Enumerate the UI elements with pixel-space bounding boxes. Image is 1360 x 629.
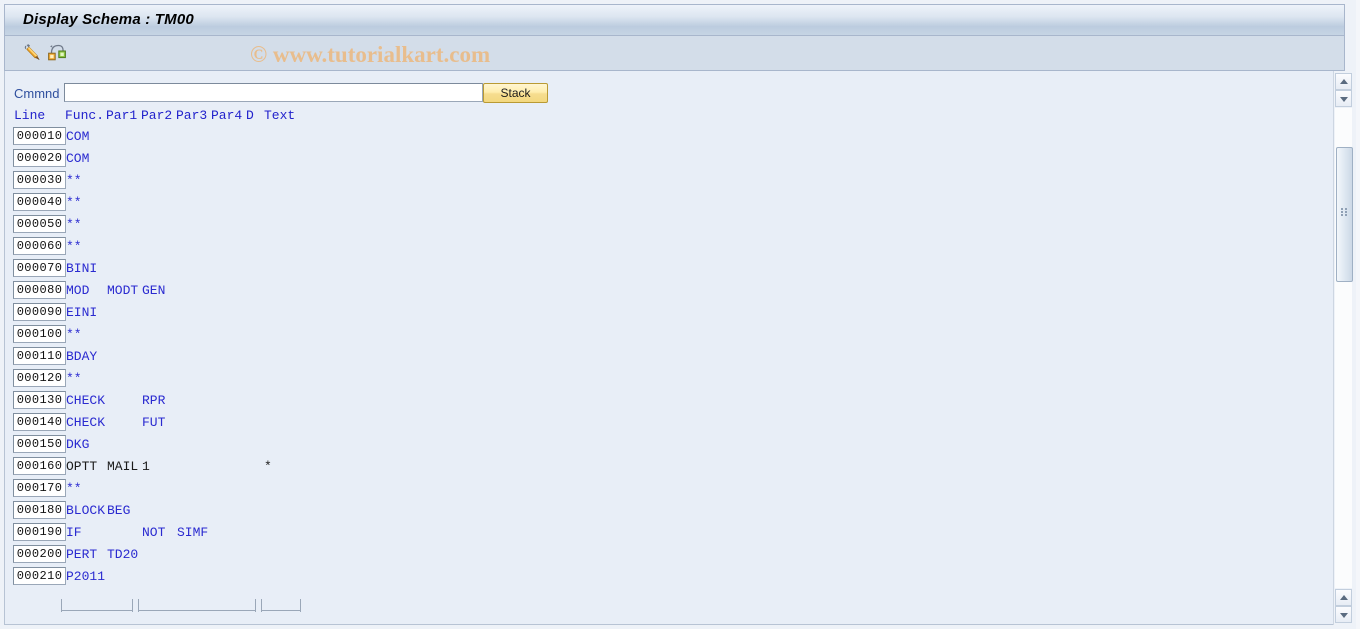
cell-func[interactable]: BDAY — [66, 348, 97, 365]
column-header-line: Line — [14, 108, 46, 123]
scroll-up-arrow-bottom-icon[interactable] — [1335, 589, 1352, 606]
edit-pencil-icon[interactable] — [21, 41, 45, 65]
line-number-field[interactable]: 000150 — [13, 435, 66, 453]
line-number-field[interactable]: 000010 — [13, 127, 66, 145]
cell-func[interactable]: ** — [66, 238, 82, 255]
cell-par2[interactable]: 1 — [142, 458, 150, 475]
line-number-field[interactable]: 000200 — [13, 545, 66, 563]
partial-underline-2 — [138, 610, 256, 611]
cell-func[interactable]: ** — [66, 172, 82, 189]
cell-func[interactable]: BLOCK — [66, 502, 105, 519]
line-number-field[interactable]: 000130 — [13, 391, 66, 409]
scroll-down-arrow-bottom-icon[interactable] — [1335, 606, 1352, 623]
line-number-field[interactable]: 000040 — [13, 193, 66, 211]
line-number-field[interactable]: 000020 — [13, 149, 66, 167]
line-number-field[interactable]: 000140 — [13, 413, 66, 431]
window-right-edge — [1356, 0, 1360, 629]
stack-button[interactable]: Stack — [483, 83, 548, 103]
cell-func[interactable]: ** — [66, 326, 82, 343]
scrollbar-grip-icon — [1341, 208, 1350, 217]
cell-par1[interactable]: BEG — [107, 502, 130, 519]
structure-icon[interactable] — [45, 41, 69, 65]
command-field-label: Cmmnd — [14, 86, 60, 101]
cell-func[interactable]: P2011 — [66, 568, 105, 585]
cell-func[interactable]: COM — [66, 128, 89, 145]
column-header-par3: Par3 — [176, 108, 208, 123]
cell-func[interactable]: ** — [66, 194, 82, 211]
sap-application-window: Display Schema : TM00 © www.tutorialkart… — [4, 4, 1353, 625]
window-title-bar: Display Schema : TM00 — [4, 4, 1345, 36]
cell-func[interactable]: CHECK — [66, 392, 105, 409]
command-input[interactable] — [64, 83, 483, 102]
line-number-field[interactable]: 000120 — [13, 369, 66, 387]
cell-par3[interactable]: SIMF — [177, 524, 208, 541]
schema-content-panel — [4, 71, 1345, 625]
vertical-scrollbar[interactable] — [1333, 71, 1353, 625]
partial-underline-3 — [261, 610, 301, 611]
page-title: Display Schema : TM00 — [23, 11, 194, 28]
cell-func[interactable]: PERT — [66, 546, 97, 563]
line-number-field[interactable]: 000170 — [13, 479, 66, 497]
cell-func[interactable]: OPTT — [66, 458, 97, 475]
table-column-headers: Line Func. Par1 Par2 Par3 Par4 D Text — [4, 108, 295, 124]
scroll-up-arrow-icon[interactable] — [1335, 73, 1352, 90]
scrollbar-track[interactable] — [1335, 108, 1353, 588]
cell-func[interactable]: ** — [66, 480, 82, 497]
line-number-field[interactable]: 000110 — [13, 347, 66, 365]
cell-func[interactable]: MOD — [66, 282, 89, 299]
line-number-field[interactable]: 000070 — [13, 259, 66, 277]
cell-par1[interactable]: MAIL — [107, 458, 138, 475]
cell-par1[interactable]: TD20 — [107, 546, 138, 563]
line-number-field[interactable]: 000090 — [13, 303, 66, 321]
line-number-field[interactable]: 000180 — [13, 501, 66, 519]
cell-par1[interactable]: MODT — [107, 282, 138, 299]
column-header-func: Func. — [65, 108, 105, 123]
column-header-d: D — [246, 108, 254, 123]
cell-text[interactable]: * — [264, 458, 272, 475]
line-number-field[interactable]: 000050 — [13, 215, 66, 233]
scroll-down-arrow-icon[interactable] — [1335, 90, 1352, 107]
cell-func[interactable]: BINI — [66, 260, 97, 277]
line-number-field[interactable]: 000160 — [13, 457, 66, 475]
cell-func[interactable]: ** — [66, 216, 82, 233]
column-header-par1: Par1 — [106, 108, 138, 123]
cell-par2[interactable]: NOT — [142, 524, 165, 541]
application-toolbar — [4, 36, 1345, 71]
line-number-field[interactable]: 000100 — [13, 325, 66, 343]
cell-func[interactable]: COM — [66, 150, 89, 167]
column-header-par4: Par4 — [211, 108, 243, 123]
scrollbar-thumb[interactable] — [1336, 147, 1353, 282]
line-number-field[interactable]: 000190 — [13, 523, 66, 541]
column-header-par2: Par2 — [141, 108, 173, 123]
partial-underline-1 — [61, 610, 133, 611]
cell-par2[interactable]: FUT — [142, 414, 165, 431]
cell-func[interactable]: DKG — [66, 436, 89, 453]
column-header-text: Text — [264, 108, 296, 123]
cell-func[interactable]: ** — [66, 370, 82, 387]
line-number-field[interactable]: 000210 — [13, 567, 66, 585]
cell-func[interactable]: CHECK — [66, 414, 105, 431]
line-number-field[interactable]: 000030 — [13, 171, 66, 189]
cell-func[interactable]: IF — [66, 524, 82, 541]
cell-par2[interactable]: GEN — [142, 282, 165, 299]
line-number-field[interactable]: 000080 — [13, 281, 66, 299]
cell-func[interactable]: EINI — [66, 304, 97, 321]
cell-par2[interactable]: RPR — [142, 392, 165, 409]
line-number-field[interactable]: 000060 — [13, 237, 66, 255]
